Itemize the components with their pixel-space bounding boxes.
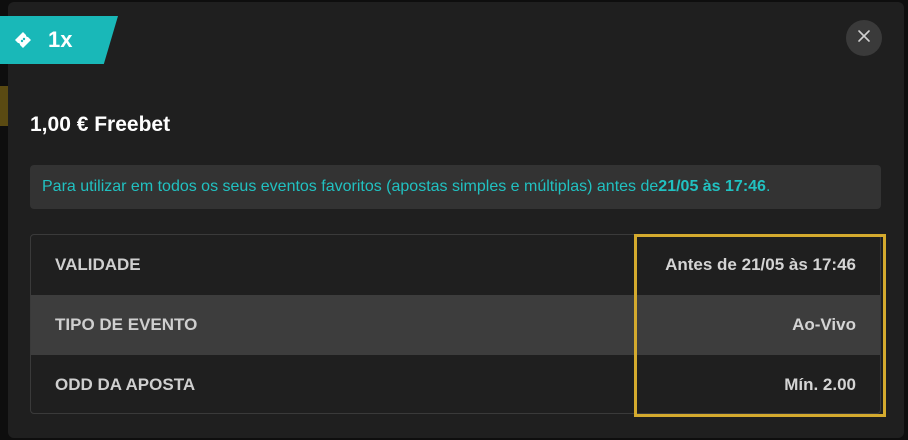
info-date: 21/05 às 17:46 bbox=[658, 178, 766, 195]
info-message: Para utilizar em todos os seus eventos f… bbox=[30, 165, 881, 209]
row-label: VALIDADE bbox=[55, 255, 141, 274]
row-tipo-evento: TIPO DE EVENTO Ao-Vivo bbox=[31, 295, 880, 355]
freebet-title: 1,00 € Freebet bbox=[30, 113, 171, 136]
ticket-badge: 1x bbox=[0, 16, 118, 64]
row-odd-aposta: ODD DA APOSTA Mín. 2.00 bbox=[31, 355, 880, 413]
close-button[interactable] bbox=[846, 20, 882, 56]
freebet-modal: 1x 1,00 € Freebet Para utilizar em todos… bbox=[0, 2, 904, 438]
row-value: Antes de 21/05 às 17:46 bbox=[665, 255, 856, 274]
badge-label: 1x bbox=[48, 27, 73, 52]
backdrop bbox=[0, 86, 8, 126]
row-value: Ao-Vivo bbox=[792, 315, 856, 334]
row-label: ODD DA APOSTA bbox=[55, 375, 196, 394]
details-table: VALIDADE Antes de 21/05 às 17:46 TIPO DE… bbox=[30, 234, 881, 414]
row-label: TIPO DE EVENTO bbox=[55, 315, 198, 334]
ticket-icon bbox=[12, 29, 34, 51]
row-value: Mín. 2.00 bbox=[784, 375, 856, 394]
close-icon bbox=[857, 29, 871, 48]
row-validade: VALIDADE Antes de 21/05 às 17:46 bbox=[31, 235, 880, 295]
info-text: Para utilizar em todos os seus eventos f… bbox=[42, 178, 659, 195]
info-suffix: . bbox=[765, 178, 771, 195]
